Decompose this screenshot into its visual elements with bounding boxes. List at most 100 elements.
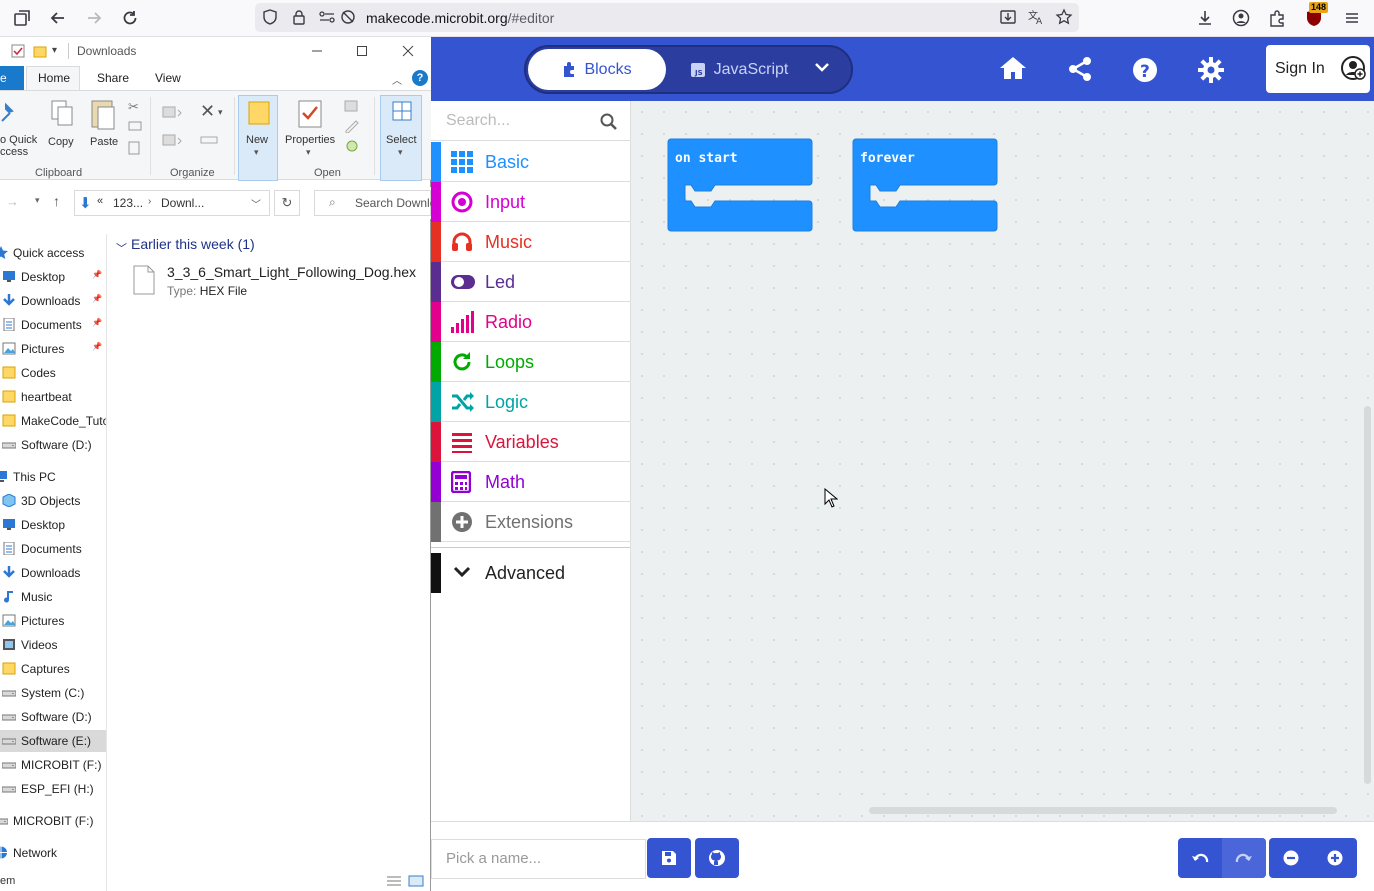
properties-quick-icon[interactable] [11,44,25,58]
properties-icon[interactable] [297,99,323,129]
collapse-ribbon-icon[interactable]: ︿ [392,72,402,87]
up-arrow-icon[interactable]: ↑ [53,193,60,209]
reload-icon[interactable] [118,6,142,30]
toolbox-search[interactable]: Search... [431,101,630,141]
zoom-in-icon[interactable] [1313,838,1357,878]
github-button[interactable] [695,838,739,878]
properties-button[interactable]: Properties [285,134,335,146]
tab-home[interactable]: Home [38,71,70,85]
category-extensions[interactable]: Extensions [431,502,630,542]
nav-item-codes[interactable]: Codes [0,362,106,384]
nav-item-microbit-f[interactable]: MICROBIT (F:) [0,754,106,776]
search-icon[interactable] [600,113,617,130]
address-overflow-icon[interactable]: « [97,195,103,207]
category-led[interactable]: Led [431,262,630,302]
category-input[interactable]: Input [431,182,630,222]
nav-item-microbit-f[interactable]: MICROBIT (F:) [0,810,106,832]
install-app-icon[interactable] [999,8,1017,26]
vertical-scrollbar[interactable] [1364,406,1371,784]
paste-button[interactable]: Paste [90,136,118,148]
file-tab[interactable]: e [0,66,24,90]
delete-icon[interactable]: ✕ [200,101,215,122]
copy-icon[interactable] [50,99,74,129]
nav-item-makecode-tuto[interactable]: MakeCode_Tuto [0,410,106,432]
on-start-block[interactable]: on start [667,138,813,234]
nav-item-desktop[interactable]: Desktop 📌 [0,266,106,288]
close-icon[interactable] [398,41,418,61]
nav-item-documents[interactable]: Documents [0,538,106,560]
history-icon[interactable] [344,139,360,153]
copy-button[interactable]: Copy [48,136,74,148]
category-logic[interactable]: Logic [431,382,630,422]
category-variables[interactable]: Variables [431,422,630,462]
nav-item-documents[interactable]: Documents 📌 [0,314,106,336]
group-header[interactable]: Earlier this week (1) [131,236,255,252]
tab-view[interactable]: View [155,71,181,85]
nav-item-network[interactable]: Network [0,842,106,864]
nav-item-software-e[interactable]: Software (E:) [0,730,106,752]
minimize-icon[interactable] [307,41,327,61]
nav-item-desktop[interactable]: Desktop [0,514,106,536]
details-view-icon[interactable] [386,875,402,887]
nav-item-system-c[interactable]: System (C:) [0,682,106,704]
nav-item-this-pc[interactable]: This PC [0,466,106,488]
horizontal-scrollbar[interactable] [869,807,1337,814]
address-segment-2[interactable]: Downl... [161,196,204,210]
group-chevron-icon[interactable]: ﹀ [116,240,127,256]
maximize-icon[interactable] [352,41,372,61]
nav-item-pictures[interactable]: Pictures [0,610,106,632]
help-icon[interactable]: ? [412,70,428,86]
zoom-out-icon[interactable] [1269,838,1313,878]
back-arrow-icon[interactable]: → [6,194,19,209]
address-bar[interactable]: ⬇ « 123... › Downl... ﹀ [74,190,270,216]
project-name-input[interactable]: Pick a name... [431,839,646,879]
pin-quick-access-icon[interactable] [0,101,16,125]
quick-access-dropdown-icon[interactable]: ▾ [52,45,57,56]
copy-to-icon[interactable] [162,133,184,147]
url-text[interactable]: makecode.microbit.org/#editor [366,10,554,26]
nav-item-downloads[interactable]: Downloads [0,562,106,584]
nav-item-esp-efi-h[interactable]: ESP_EFI (H:) [0,778,106,800]
rename-icon[interactable] [200,133,218,147]
back-icon[interactable] [46,6,70,30]
translate-icon[interactable]: 文A [1027,8,1045,26]
javascript-mode-button[interactable]: JS JavaScript [670,49,808,90]
recent-locations-icon[interactable]: ▾ [35,195,40,206]
address-dropdown-icon[interactable]: ﹀ [251,196,261,211]
nav-item-software-d[interactable]: Software (D:) [0,434,106,456]
forward-icon[interactable] [82,6,106,30]
save-button[interactable] [647,838,691,878]
blocks-workspace[interactable]: on start forever [631,101,1374,821]
large-icons-view-icon[interactable] [408,875,424,887]
delete-dropdown-icon[interactable]: ▾ [218,107,223,118]
home-icon[interactable] [999,54,1027,82]
tracking-off-icon[interactable] [340,9,356,25]
nav-item-heartbeat[interactable]: heartbeat [0,386,106,408]
category-advanced[interactable]: Advanced [431,553,630,593]
pin-quick-access-button[interactable]: o Quick ccess [0,134,37,158]
nav-item-music[interactable]: Music [0,586,106,608]
settings-gear-icon[interactable] [1197,56,1225,84]
category-music[interactable]: Music [431,222,630,262]
help-circle-icon[interactable]: ? [1131,56,1159,84]
downloads-icon[interactable] [1193,6,1217,30]
nav-item-captures[interactable]: Captures [0,658,106,680]
cut-icon[interactable]: ✂ [128,99,139,115]
paste-shortcut-icon[interactable] [128,141,140,155]
permissions-icon[interactable] [318,9,336,25]
nav-item-pictures[interactable]: Pictures 📌 [0,338,106,360]
copy-path-icon[interactable] [128,121,142,131]
refresh-icon[interactable]: ↻ [274,190,300,216]
forever-block[interactable]: forever [852,138,998,234]
category-basic[interactable]: Basic [431,142,630,182]
share-icon[interactable] [1066,55,1094,83]
url-bar[interactable]: makecode.microbit.org/#editor 文A [255,3,1079,32]
undo-icon[interactable] [1178,838,1222,878]
nav-item-quick-access[interactable]: Quick access [0,242,106,264]
explorer-search[interactable]: ⌕ Search Downlo [314,190,436,216]
redo-icon[interactable] [1222,838,1266,878]
new-folder-quick-icon[interactable] [33,44,47,58]
properties-dropdown-icon[interactable]: ▾ [306,147,311,158]
shield-icon[interactable] [262,9,278,25]
menu-icon[interactable] [1340,6,1364,30]
